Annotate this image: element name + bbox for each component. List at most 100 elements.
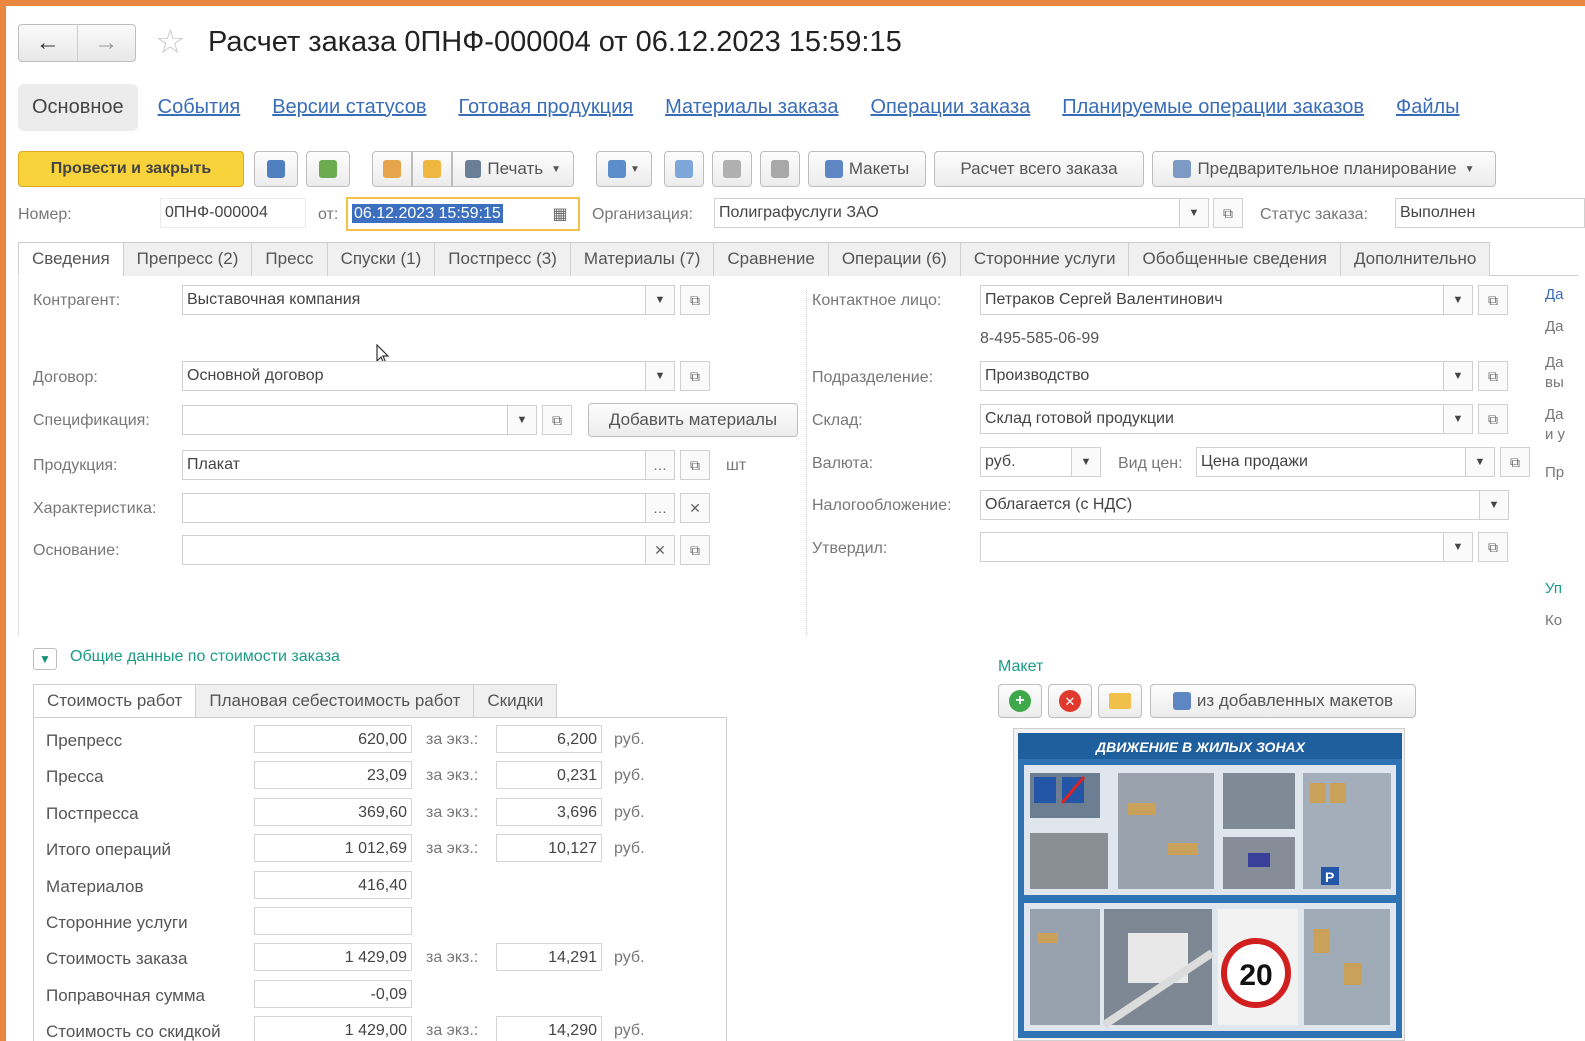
tab-press[interactable]: Пресс: [251, 242, 328, 276]
save-button[interactable]: [254, 151, 298, 187]
calendar-icon[interactable]: ▦: [545, 199, 575, 229]
cost-value-field[interactable]: 416,40: [254, 870, 412, 899]
right-edge-link[interactable]: Да: [1545, 286, 1564, 303]
list-button[interactable]: [712, 151, 752, 187]
layouts-button[interactable]: Макеты: [808, 151, 926, 187]
settings-button[interactable]: [760, 151, 800, 187]
counterparty-open-icon[interactable]: ⧉: [680, 285, 710, 315]
favorite-star-icon[interactable]: ☆: [155, 22, 185, 62]
collapse-group-toggle[interactable]: ▼: [33, 648, 57, 670]
organization-dropdown-icon[interactable]: ▼: [1179, 198, 1209, 228]
warehouse-field[interactable]: Склад готовой продукции: [980, 404, 1444, 434]
contract-open-icon[interactable]: ⧉: [680, 361, 710, 391]
post-button[interactable]: [306, 151, 350, 187]
contract-field[interactable]: Основной договор: [182, 361, 646, 391]
tab-operations[interactable]: Операции (6): [827, 242, 961, 276]
tab-discounts[interactable]: Скидки: [473, 684, 558, 718]
tab-materials[interactable]: Материалы (7): [569, 242, 715, 276]
calc-all-order-button[interactable]: Расчет всего заказа: [934, 151, 1144, 187]
characteristic-select-icon[interactable]: …: [645, 493, 675, 523]
tab-postpress[interactable]: Постпресс (3): [434, 242, 571, 276]
basis-open-icon[interactable]: ⧉: [680, 535, 710, 565]
warehouse-dropdown-icon[interactable]: ▼: [1443, 404, 1473, 434]
division-field[interactable]: Производство: [980, 361, 1444, 391]
section-tab-main[interactable]: Основное: [18, 83, 138, 131]
cost-group-title[interactable]: Общие данные по стоимости заказа: [70, 648, 340, 666]
section-tab-order-operations[interactable]: Операции заказа: [870, 96, 1030, 119]
tab-work-cost[interactable]: Стоимость работ: [33, 684, 197, 718]
product-select-icon[interactable]: …: [645, 450, 675, 480]
back-arrow-icon[interactable]: ←: [19, 25, 77, 61]
warehouse-open-icon[interactable]: ⧉: [1478, 404, 1508, 434]
cost-value-field[interactable]: [254, 907, 412, 935]
basis-clear-icon[interactable]: ✕: [645, 535, 675, 565]
price-type-open-icon[interactable]: ⧉: [1500, 447, 1530, 477]
currency-field[interactable]: руб.: [980, 447, 1072, 477]
tab-prepress[interactable]: Препресс (2): [122, 242, 253, 276]
per-copy-value-field[interactable]: 3,696: [496, 797, 602, 826]
per-copy-value-field[interactable]: 10,127: [496, 834, 602, 863]
per-copy-value-field[interactable]: 14,291: [496, 943, 602, 972]
cost-value-field[interactable]: 1 012,69: [254, 834, 412, 863]
email-button[interactable]: [412, 151, 452, 187]
price-type-dropdown-icon[interactable]: ▼: [1465, 447, 1495, 477]
approved-by-dropdown-icon[interactable]: ▼: [1443, 532, 1473, 562]
add-materials-button[interactable]: Добавить материалы: [588, 403, 798, 437]
section-tab-finished-products[interactable]: Готовая продукция: [458, 96, 633, 119]
number-field[interactable]: 0ПНФ-000004: [160, 198, 306, 228]
report-button[interactable]: [664, 151, 704, 187]
prelim-planning-button[interactable]: Предварительное планирование ▼: [1152, 151, 1496, 187]
add-maket-button[interactable]: +: [998, 684, 1042, 718]
section-tab-planned-operations[interactable]: Планируемые операции заказов: [1062, 96, 1364, 119]
contract-dropdown-icon[interactable]: ▼: [645, 361, 675, 391]
cost-value-field[interactable]: 23,09: [254, 761, 412, 790]
specification-open-icon[interactable]: ⧉: [542, 405, 572, 435]
characteristic-clear-icon[interactable]: ✕: [680, 493, 710, 523]
tab-third-party-services[interactable]: Сторонние услуги: [959, 242, 1130, 276]
order-status-field[interactable]: Выполнен: [1395, 198, 1585, 228]
per-copy-value-field[interactable]: 6,200: [496, 725, 602, 753]
taxation-field[interactable]: Облагается (с НДС): [980, 490, 1480, 520]
currency-dropdown-icon[interactable]: ▼: [1071, 447, 1101, 477]
delete-maket-button[interactable]: ✕: [1048, 684, 1092, 718]
post-and-close-button[interactable]: Провести и закрыть: [18, 151, 244, 187]
tab-summary[interactable]: Обобщенные сведения: [1128, 242, 1341, 276]
print-button[interactable]: Печать ▼: [452, 151, 574, 187]
cost-value-field[interactable]: 620,00: [254, 725, 412, 753]
section-tab-order-materials[interactable]: Материалы заказа: [665, 96, 838, 119]
structure-button[interactable]: ▼: [596, 151, 652, 187]
cost-value-field[interactable]: -0,09: [254, 979, 412, 1008]
from-added-makets-button[interactable]: из добавленных макетов: [1150, 684, 1416, 718]
organization-field[interactable]: Полиграфуслуги ЗАО: [714, 198, 1180, 228]
tab-additional[interactable]: Дополнительно: [1339, 242, 1491, 276]
product-field[interactable]: Плакат: [182, 450, 646, 480]
division-dropdown-icon[interactable]: ▼: [1443, 361, 1473, 391]
section-tab-events[interactable]: События: [158, 96, 241, 119]
open-folder-button[interactable]: [1098, 684, 1142, 718]
product-open-icon[interactable]: ⧉: [680, 450, 710, 480]
cost-value-field[interactable]: 369,60: [254, 797, 412, 826]
per-copy-value-field[interactable]: 0,231: [496, 761, 602, 790]
contact-person-open-icon[interactable]: ⧉: [1478, 285, 1508, 315]
cost-value-field[interactable]: 1 429,09: [254, 943, 412, 972]
cost-value-field[interactable]: 1 429,00: [254, 1016, 412, 1041]
forward-arrow-icon[interactable]: →: [76, 25, 136, 61]
price-type-field[interactable]: Цена продажи: [1196, 447, 1466, 477]
section-tab-status-versions[interactable]: Версии статусов: [272, 96, 426, 119]
tab-planned-cost[interactable]: Плановая себестоимость работ: [195, 684, 475, 718]
specification-dropdown-icon[interactable]: ▼: [507, 405, 537, 435]
tab-impositions[interactable]: Спуски (1): [326, 242, 436, 276]
approved-by-field[interactable]: [980, 532, 1444, 562]
tab-comparison[interactable]: Сравнение: [713, 242, 829, 276]
counterparty-field[interactable]: Выставочная компания: [182, 285, 646, 315]
create-based-on-button[interactable]: [372, 151, 412, 187]
section-tab-files[interactable]: Файлы: [1396, 96, 1460, 119]
contact-person-field[interactable]: Петраков Сергей Валентинович: [980, 285, 1444, 315]
basis-field[interactable]: [182, 535, 646, 565]
contact-person-dropdown-icon[interactable]: ▼: [1443, 285, 1473, 315]
per-copy-value-field[interactable]: 14,290: [496, 1016, 602, 1041]
taxation-dropdown-icon[interactable]: ▼: [1479, 490, 1509, 520]
tab-info[interactable]: Сведения: [18, 242, 124, 276]
division-open-icon[interactable]: ⧉: [1478, 361, 1508, 391]
approved-by-open-icon[interactable]: ⧉: [1478, 532, 1508, 562]
